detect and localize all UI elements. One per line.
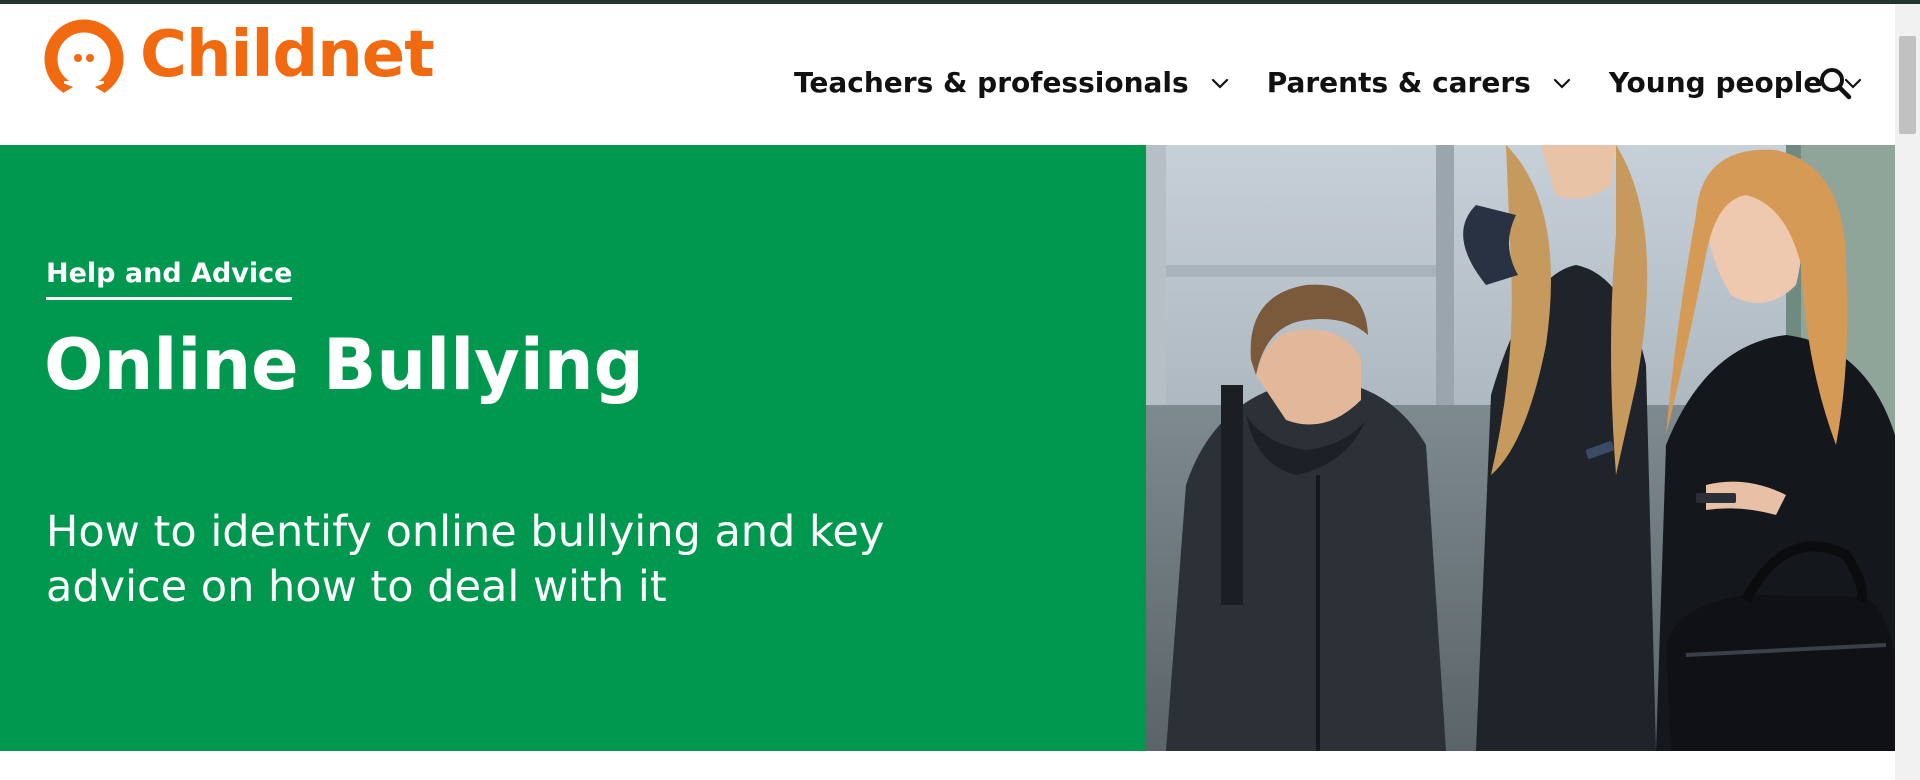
search-icon[interactable] <box>1818 66 1852 100</box>
nav-item-label: Young people <box>1608 65 1823 99</box>
hero-text-panel: Help and Advice Online Bullying How to i… <box>0 145 1146 751</box>
scrollbar-thumb[interactable] <box>1899 36 1916 134</box>
page: Childnet Teachers & professionals Parent… <box>0 0 1920 780</box>
page-lead: How to identify online bullying and key … <box>46 507 885 612</box>
site-header: Childnet Teachers & professionals Parent… <box>0 4 1895 144</box>
chevron-down-icon <box>1211 78 1228 89</box>
students-photo-illustration <box>1146 145 1895 751</box>
childnet-logo-icon <box>44 19 124 99</box>
nav-item-parents[interactable]: Parents & carers <box>1267 66 1571 99</box>
hero-banner: Help and Advice Online Bullying How to i… <box>0 145 1895 751</box>
nav-item-label: Parents & carers <box>1266 65 1531 99</box>
site-logo-link[interactable]: Childnet <box>44 18 435 99</box>
breadcrumb-help-and-advice[interactable]: Help and Advice <box>46 258 293 300</box>
nav-item-label: Teachers & professionals <box>794 65 1189 99</box>
page-title: Online Bullying <box>44 324 644 406</box>
hero-photo <box>1146 145 1895 751</box>
page-scrollbar[interactable] <box>1895 4 1920 780</box>
brand-name: Childnet <box>140 18 435 92</box>
main-nav: Teachers & professionals Parents & carer… <box>794 60 1862 104</box>
nav-item-teachers[interactable]: Teachers & professionals <box>794 66 1229 99</box>
chevron-down-icon <box>1553 78 1570 89</box>
